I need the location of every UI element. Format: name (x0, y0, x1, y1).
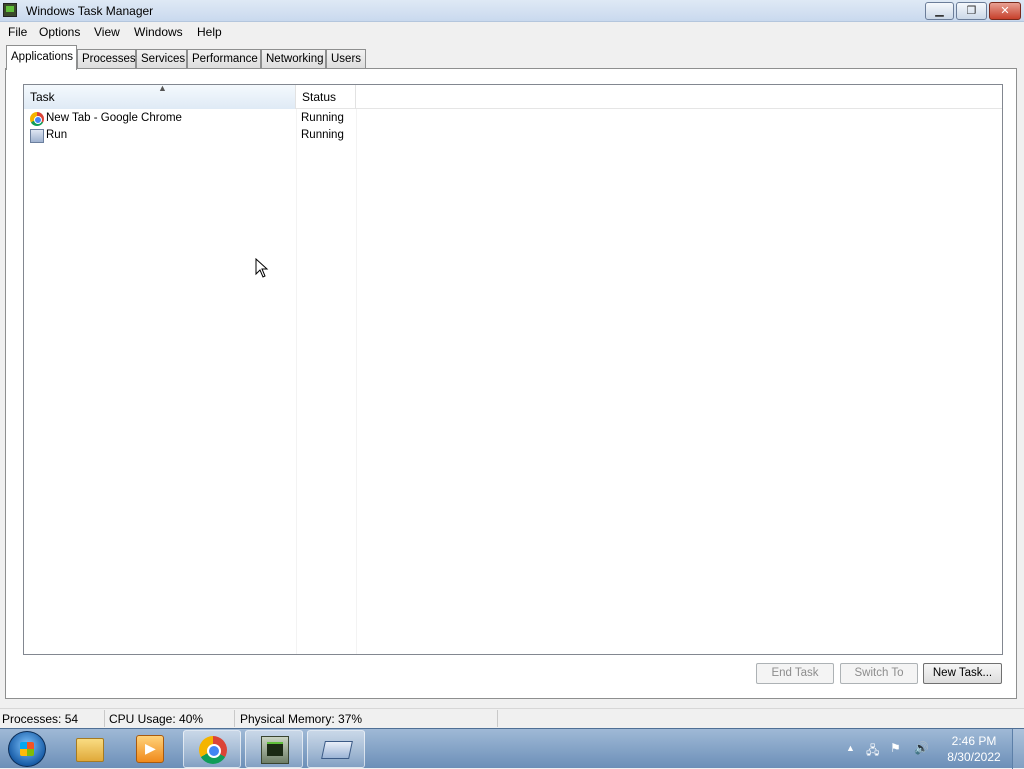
new-task-button[interactable]: New Task... (923, 663, 1002, 684)
list-header: ▲ Task Status (24, 83, 1002, 109)
task-name: Run (46, 129, 68, 141)
taskbar: ▲ 🖧 ⚑ 🔊 2:46 PM 8/30/2022 (0, 728, 1024, 769)
tab-applications[interactable]: Applications (6, 45, 77, 70)
table-row[interactable]: Run Running (24, 128, 1002, 145)
chrome-icon (199, 736, 227, 764)
task-manager-icon (261, 736, 289, 764)
volume-icon[interactable]: 🔊 (914, 741, 929, 755)
show-desktop-button[interactable] (1012, 729, 1024, 769)
window-title: Windows Task Manager (26, 4, 154, 18)
taskbar-run[interactable] (307, 730, 365, 768)
title-bar[interactable]: Windows Task Manager ▁ ❐ ✕ (0, 0, 1024, 22)
column-header-status[interactable]: Status (296, 85, 356, 109)
switch-to-button[interactable]: Switch To (840, 663, 918, 684)
menu-help[interactable]: Help (197, 25, 222, 39)
menu-view[interactable]: View (94, 25, 120, 39)
tab-performance[interactable]: Performance (187, 49, 261, 69)
status-bar: Processes: 54 CPU Usage: 40% Physical Me… (0, 708, 1024, 728)
end-task-button[interactable]: End Task (756, 663, 834, 684)
sort-ascending-icon: ▲ (158, 83, 167, 93)
close-button[interactable]: ✕ (989, 2, 1021, 20)
status-divider (497, 710, 498, 727)
menu-windows[interactable]: Windows (134, 25, 183, 39)
status-divider (234, 710, 235, 727)
mouse-cursor-icon (255, 258, 269, 278)
column-divider (356, 109, 357, 654)
column-header-task[interactable]: ▲ Task (24, 83, 296, 109)
physical-memory: Physical Memory: 37% (240, 712, 363, 726)
media-player-icon (136, 735, 164, 763)
clock-date[interactable]: 8/30/2022 (944, 750, 1004, 764)
applications-list[interactable]: ▲ Task Status New Tab - Google Chrome Ru… (23, 83, 1003, 655)
run-icon (321, 741, 353, 759)
restore-button[interactable]: ❐ (956, 2, 987, 20)
start-button[interactable] (8, 731, 46, 767)
explorer-icon (76, 738, 104, 762)
task-status: Running (301, 129, 344, 141)
menu-file[interactable]: File (8, 25, 27, 39)
tab-networking[interactable]: Networking (261, 49, 326, 69)
tab-strip: Applications Processes Services Performa… (0, 45, 1024, 70)
menu-options[interactable]: Options (39, 25, 80, 39)
task-status: Running (301, 112, 344, 124)
taskbar-media-player[interactable] (121, 730, 179, 768)
task-name: New Tab - Google Chrome (46, 112, 182, 124)
taskbar-task-manager[interactable] (245, 730, 303, 768)
tab-processes[interactable]: Processes (77, 49, 136, 69)
tab-services[interactable]: Services (136, 49, 187, 69)
status-divider (104, 710, 105, 727)
taskbar-chrome[interactable] (183, 730, 241, 768)
taskbar-explorer[interactable] (61, 730, 119, 768)
column-divider (296, 109, 297, 654)
table-row[interactable]: New Tab - Google Chrome Running (24, 111, 1002, 128)
action-center-icon[interactable]: ⚑ (890, 741, 901, 755)
clock-time[interactable]: 2:46 PM (944, 734, 1004, 748)
show-hidden-icons-icon[interactable]: ▲ (846, 743, 855, 753)
tab-users[interactable]: Users (326, 49, 366, 69)
processes-count: Processes: 54 (2, 712, 79, 726)
menu-bar: File Options View Windows Help (0, 22, 1024, 42)
cpu-usage: CPU Usage: 40% (109, 712, 204, 726)
run-icon (30, 129, 44, 143)
chrome-icon (30, 112, 44, 126)
network-icon[interactable]: 🖧 (866, 741, 879, 762)
minimize-button[interactable]: ▁ (925, 2, 954, 20)
task-manager-icon (3, 3, 17, 17)
